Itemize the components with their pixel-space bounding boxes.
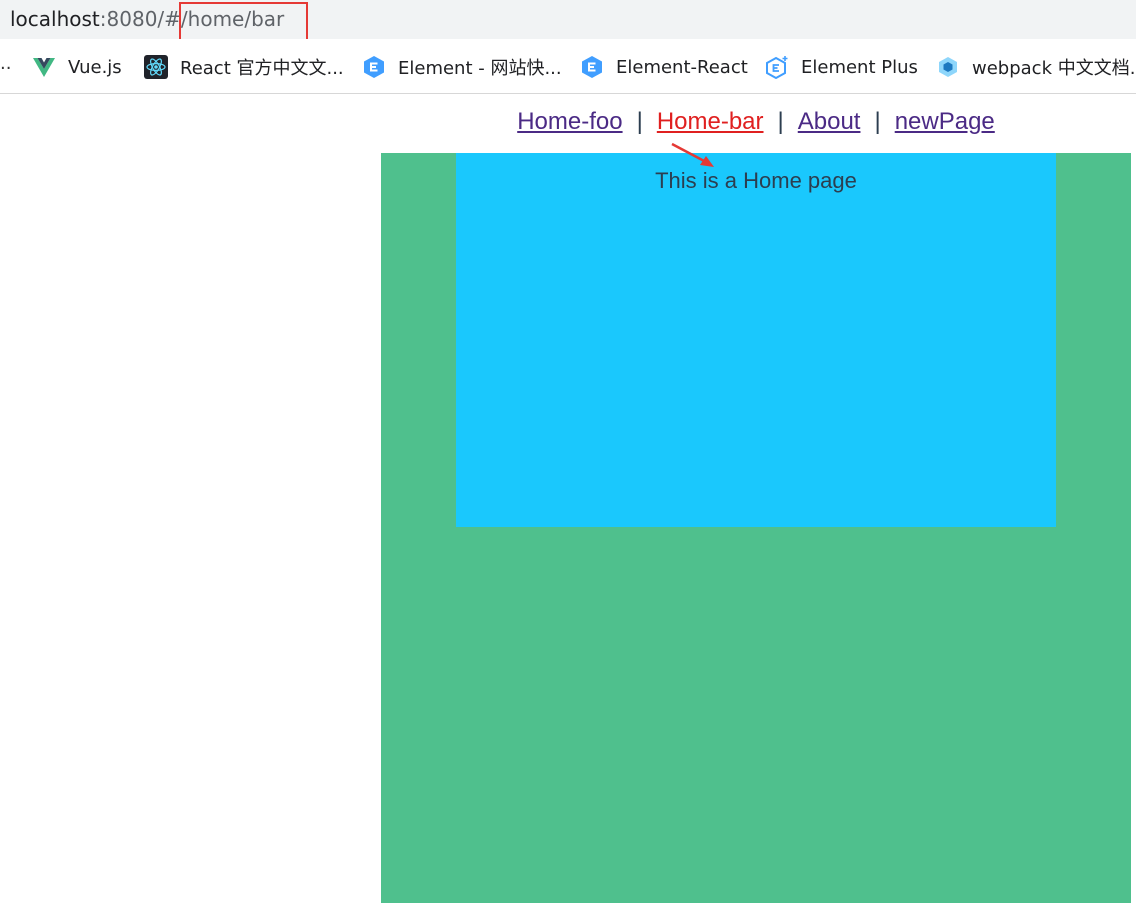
bookmark-react[interactable]: React 官方中文文... bbox=[144, 54, 344, 80]
bookmark-label: webpack 中文文档.. bbox=[972, 58, 1136, 79]
nav-separator: | bbox=[777, 108, 784, 135]
nav-link-home-foo[interactable]: Home-foo bbox=[517, 108, 622, 135]
url-host: localhost bbox=[10, 7, 100, 31]
home-view bbox=[456, 153, 1056, 527]
element-icon bbox=[362, 55, 386, 79]
bookmark-label: Element - 网站快... bbox=[398, 58, 562, 79]
home-page-text: This is a Home page bbox=[655, 168, 857, 193]
nav-link-newpage[interactable]: newPage bbox=[895, 108, 995, 135]
url-highlight-annotation bbox=[179, 2, 308, 41]
bookmark-vue[interactable]: Vue.js bbox=[32, 54, 122, 80]
nav-bar: Home-foo | Home-bar | About | newPage bbox=[381, 108, 1131, 136]
webpack-icon bbox=[936, 55, 960, 79]
react-icon bbox=[144, 55, 168, 79]
nav-link-home-bar[interactable]: Home-bar bbox=[657, 108, 764, 135]
bookmark-element[interactable]: Element - 网站快... bbox=[362, 54, 562, 80]
bookmark-element-plus[interactable]: Element Plus bbox=[765, 54, 918, 80]
bookmark-label: React 官方中文文... bbox=[180, 58, 344, 79]
vue-icon bbox=[32, 55, 56, 79]
bookmark-element-react[interactable]: Element-React bbox=[580, 54, 748, 80]
element-icon bbox=[580, 55, 604, 79]
annotation-arrow-icon bbox=[671, 142, 714, 167]
bookmark-label: Vue.js bbox=[68, 56, 122, 78]
bookmark-label: Element-React bbox=[616, 56, 748, 78]
nav-separator: | bbox=[636, 108, 643, 135]
element-plus-icon bbox=[765, 55, 789, 80]
bookmarks-bar: .. Vue.js React 官方中文文... Element - 网站快..… bbox=[0, 39, 1136, 94]
bookmarks-overflow[interactable]: .. bbox=[0, 53, 11, 74]
nav-link-about[interactable]: About bbox=[798, 108, 861, 135]
bookmark-label: Element Plus bbox=[801, 56, 918, 78]
nav-separator: | bbox=[874, 108, 881, 135]
address-bar[interactable]: localhost:8080/#/home/bar bbox=[0, 0, 1136, 39]
bookmark-webpack[interactable]: webpack 中文文档.. bbox=[936, 54, 1136, 80]
